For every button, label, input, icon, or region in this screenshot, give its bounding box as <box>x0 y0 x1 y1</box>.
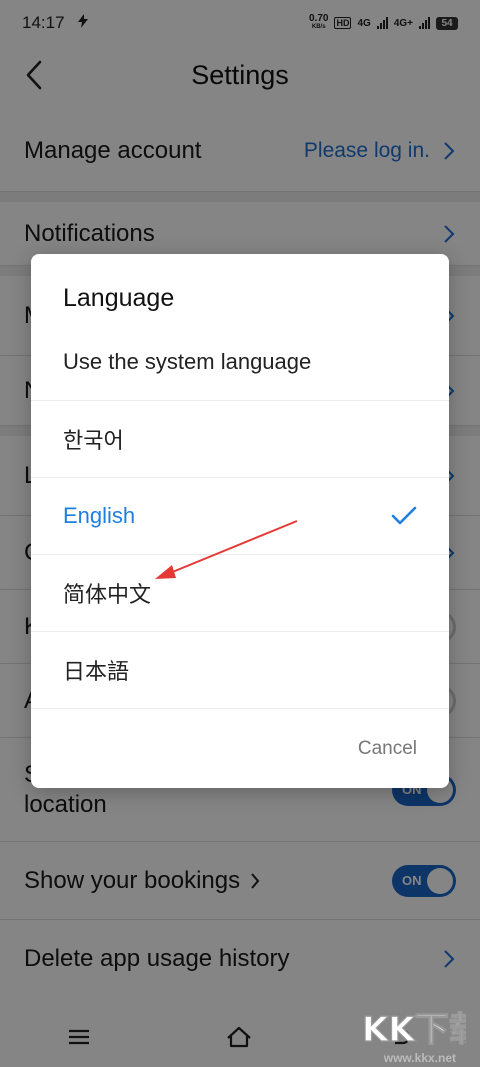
svg-text:KK下载: KK下载 <box>362 1010 466 1050</box>
watermark-url: www.kkx.net <box>383 1051 456 1065</box>
annotation-arrow <box>155 520 298 579</box>
